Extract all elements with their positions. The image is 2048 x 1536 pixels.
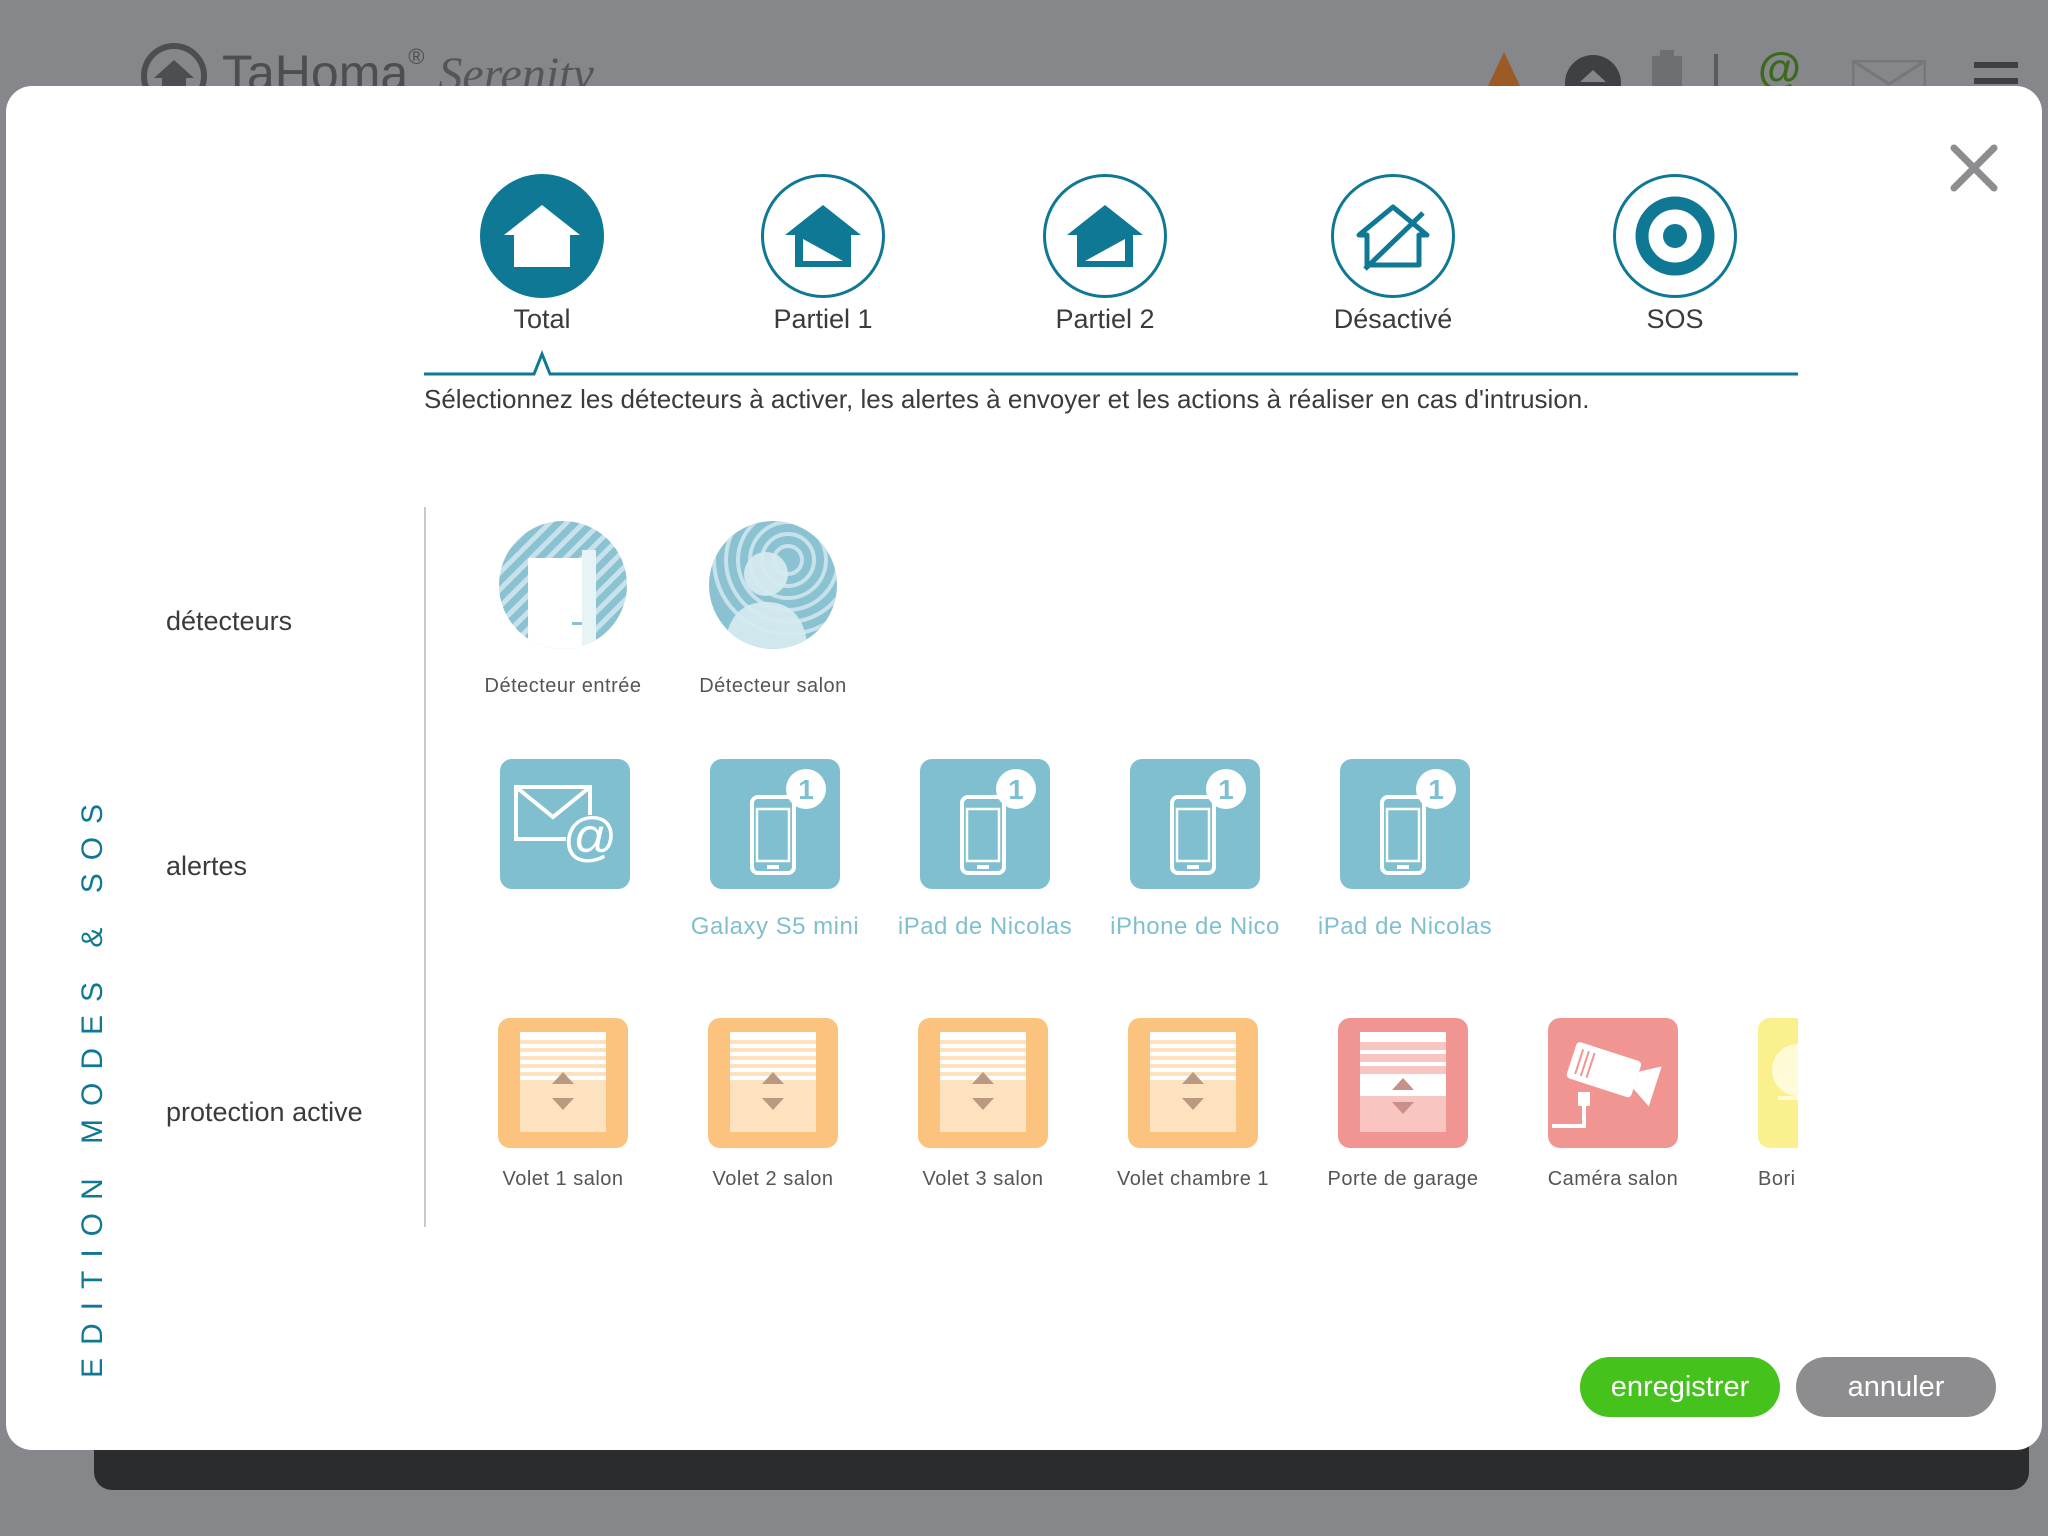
motion-sensor-icon (709, 521, 837, 649)
alert-ipad-tile[interactable]: 1 iPad de Nicolas (885, 759, 1085, 941)
roller-shutter-icon (520, 1032, 606, 1132)
cancel-button[interactable]: annuler (1796, 1357, 1996, 1417)
close-icon[interactable] (1944, 138, 2004, 198)
brand-registered-mark: ® (408, 44, 425, 69)
row-label-protection: protection active (166, 1097, 363, 1127)
protection-volet-chambre-tile[interactable]: Volet chambre 1 (1093, 1018, 1293, 1191)
protection-garage-tile[interactable]: Porte de garage (1303, 1018, 1503, 1191)
target-icon (1635, 196, 1715, 276)
detector-salon-tile[interactable]: Détecteur salon (673, 520, 873, 698)
mode-circle-partiel-2 (1043, 174, 1167, 298)
header-divider (1714, 54, 1718, 86)
protection-volet-3-tile[interactable]: Volet 3 salon (883, 1018, 1083, 1191)
save-button[interactable]: enregistrer (1580, 1357, 1780, 1417)
light-icon (1772, 1044, 1798, 1100)
protection-overflow-clip: Bori (1758, 1016, 1798, 1196)
column-divider (424, 507, 426, 1227)
protection-camera-label: Caméra salon (1547, 1168, 1679, 1190)
phone-notification-icon: 1 (1380, 769, 1456, 875)
garage-door-icon (1360, 1032, 1446, 1132)
tab-desactive[interactable]: Désactivé (1293, 174, 1493, 335)
mode-circle-desactive (1331, 174, 1455, 298)
alert-ipad-2-square: 1 (1340, 759, 1470, 889)
protection-volet-3-square (918, 1018, 1048, 1148)
protection-volet-2-tile[interactable]: Volet 2 salon (673, 1018, 873, 1191)
protection-volet-chambre-label: Volet chambre 1 (1116, 1168, 1270, 1190)
tab-partiel-1[interactable]: Partiel 1 (723, 174, 923, 335)
protection-camera-square (1548, 1018, 1678, 1148)
tab-label-partiel-2: Partiel 2 (1055, 304, 1155, 334)
dialog-vertical-title: EDITION MODES & SOS (76, 790, 109, 1378)
roller-shutter-icon (940, 1032, 1026, 1132)
protection-volet-1-label: Volet 1 salon (502, 1168, 624, 1190)
instructions-text: Sélectionnez les détecteurs à activer, l… (424, 384, 1590, 414)
alert-iphone-square: 1 (1130, 759, 1260, 889)
protection-volet-2-label: Volet 2 salon (712, 1168, 834, 1190)
alert-email-square: @ (500, 759, 630, 889)
house-partial-icon (1067, 205, 1143, 267)
door-sensor-icon (499, 521, 627, 649)
alert-email-tile[interactable]: @ (465, 759, 665, 913)
protection-volet-1-square (498, 1018, 628, 1148)
protection-volet-3-label: Volet 3 salon (922, 1168, 1044, 1190)
alert-galaxy-tile[interactable]: 1 Galaxy S5 mini (675, 759, 875, 941)
warning-icon[interactable] (1484, 48, 1524, 88)
camera-icon (1552, 1042, 1662, 1128)
battery-icon[interactable] (1650, 48, 1686, 86)
detector-entree-tile[interactable]: Détecteur entrée (463, 520, 663, 698)
protection-garage-square (1338, 1018, 1468, 1148)
detector-salon-label: Détecteur salon (699, 675, 847, 697)
badge-count: 1 (1428, 774, 1444, 805)
app-header: TaHoma® Serenity @ (0, 0, 2048, 102)
phone-notification-icon: 1 (750, 769, 826, 875)
svg-text:@: @ (563, 807, 618, 867)
house-partial-icon (785, 205, 861, 267)
tab-partiel-2[interactable]: Partiel 2 (1005, 174, 1205, 335)
alert-ipad-square: 1 (920, 759, 1050, 889)
protection-light-label: Bori (1758, 1168, 1796, 1190)
badge-count: 1 (798, 774, 814, 805)
roller-shutter-icon (1150, 1032, 1236, 1132)
protection-volet-1-tile[interactable]: Volet 1 salon (463, 1018, 663, 1191)
tab-label-sos: SOS (1646, 304, 1704, 334)
alert-galaxy-label: Galaxy S5 mini (690, 913, 860, 940)
protection-camera-tile[interactable]: Caméra salon (1513, 1018, 1713, 1191)
tab-sos[interactable]: SOS (1575, 174, 1775, 335)
roller-shutter-icon (730, 1032, 816, 1132)
protection-volet-2-square (708, 1018, 838, 1148)
email-alert-icon: @ (514, 785, 618, 867)
row-label-detectors: détecteurs (166, 606, 293, 636)
phone-notification-icon: 1 (960, 769, 1036, 875)
house-disabled-icon (1356, 204, 1430, 271)
detector-entree-label: Détecteur entrée (484, 675, 642, 697)
tab-label-total: Total (513, 304, 571, 334)
alert-ipad-2-tile[interactable]: 1 iPad de Nicolas (1305, 759, 1505, 941)
alert-iphone-label: iPhone de Nico (1110, 913, 1280, 940)
tab-total[interactable]: Total (442, 174, 642, 335)
badge-count: 1 (1218, 774, 1234, 805)
alert-ipad-label: iPad de Nicolas (897, 913, 1073, 940)
protection-light-square[interactable] (1758, 1018, 1798, 1148)
mode-circle-total (480, 174, 604, 298)
row-label-alerts: alertes (166, 851, 248, 881)
alert-iphone-tile[interactable]: 1 iPhone de Nico (1095, 759, 1295, 941)
mode-circle-partiel-1 (761, 174, 885, 298)
phone-notification-icon: 1 (1170, 769, 1246, 875)
tab-label-partiel-1: Partiel 1 (773, 304, 873, 334)
tab-label-desactive: Désactivé (1333, 304, 1453, 334)
alert-galaxy-square: 1 (710, 759, 840, 889)
alert-ipad-2-label: iPad de Nicolas (1317, 913, 1493, 940)
protection-volet-chambre-square (1128, 1018, 1258, 1148)
badge-count: 1 (1008, 774, 1024, 805)
house-full-icon (504, 205, 580, 267)
mode-circle-sos (1613, 174, 1737, 298)
protection-garage-label: Porte de garage (1327, 1168, 1479, 1190)
